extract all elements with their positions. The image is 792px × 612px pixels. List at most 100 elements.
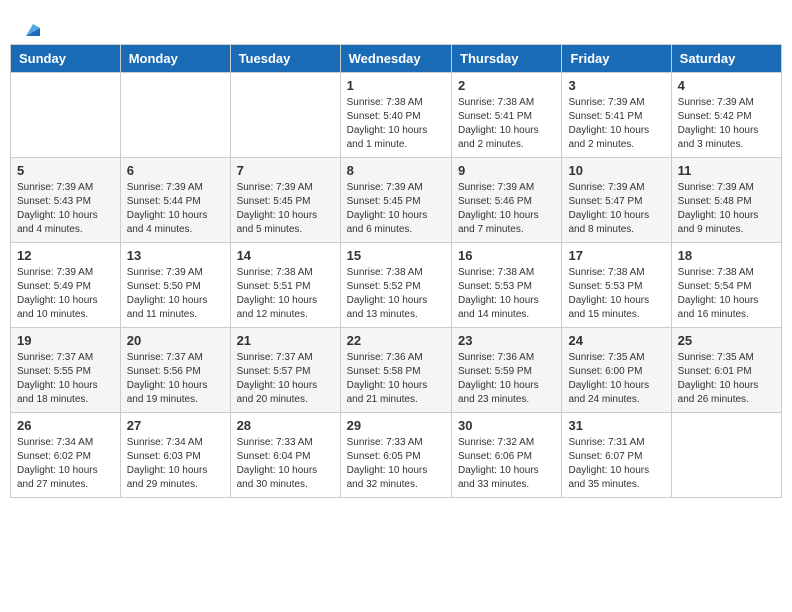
calendar-day-cell: 14 Sunrise: 7:38 AM Sunset: 5:51 PM Dayli… (230, 243, 340, 328)
day-number: 26 (17, 418, 114, 433)
day-number: 5 (17, 163, 114, 178)
day-number: 28 (237, 418, 334, 433)
column-header-thursday: Thursday (452, 45, 562, 73)
day-info: Sunrise: 7:38 AM Sunset: 5:52 PM Dayligh… (347, 266, 445, 322)
calendar-day-cell: 24 Sunrise: 7:35 AM Sunset: 6:00 PM Dayli… (562, 328, 671, 413)
day-info: Sunrise: 7:39 AM Sunset: 5:47 PM Dayligh… (568, 181, 664, 237)
day-number: 11 (678, 163, 775, 178)
calendar-day-cell: 4 Sunrise: 7:39 AM Sunset: 5:42 PM Daylig… (671, 73, 781, 158)
logo (20, 20, 44, 34)
day-number: 25 (678, 333, 775, 348)
page-header (10, 10, 782, 39)
calendar-day-cell: 31 Sunrise: 7:31 AM Sunset: 6:07 PM Dayli… (562, 413, 671, 498)
day-number: 30 (458, 418, 555, 433)
day-number: 20 (127, 333, 224, 348)
calendar-week-row: 5 Sunrise: 7:39 AM Sunset: 5:43 PM Daylig… (11, 158, 782, 243)
day-info: Sunrise: 7:31 AM Sunset: 6:07 PM Dayligh… (568, 436, 664, 492)
day-info: Sunrise: 7:39 AM Sunset: 5:49 PM Dayligh… (17, 266, 114, 322)
calendar-week-row: 19 Sunrise: 7:37 AM Sunset: 5:55 PM Dayli… (11, 328, 782, 413)
calendar-day-cell: 29 Sunrise: 7:33 AM Sunset: 6:05 PM Dayli… (340, 413, 451, 498)
calendar-day-cell: 13 Sunrise: 7:39 AM Sunset: 5:50 PM Dayli… (120, 243, 230, 328)
calendar-day-cell: 2Sunrise: 7:38 AM Sunset: 5:41 PM Daylig… (452, 73, 562, 158)
day-number: 8 (347, 163, 445, 178)
day-number: 4 (678, 78, 775, 93)
day-number: 22 (347, 333, 445, 348)
calendar-day-cell (11, 73, 121, 158)
calendar-day-cell: 8 Sunrise: 7:39 AM Sunset: 5:45 PM Daylig… (340, 158, 451, 243)
calendar-day-cell: 5 Sunrise: 7:39 AM Sunset: 5:43 PM Daylig… (11, 158, 121, 243)
day-number: 1 (347, 78, 445, 93)
column-header-sunday: Sunday (11, 45, 121, 73)
day-info: Sunrise: 7:39 AM Sunset: 5:50 PM Dayligh… (127, 266, 224, 322)
day-number: 3 (568, 78, 664, 93)
day-info: Sunrise: 7:38 AM Sunset: 5:53 PM Dayligh… (568, 266, 664, 322)
calendar-day-cell (671, 413, 781, 498)
day-info: Sunrise: 7:37 AM Sunset: 5:55 PM Dayligh… (17, 351, 114, 407)
day-number: 9 (458, 163, 555, 178)
day-info: Sunrise: 7:39 AM Sunset: 5:45 PM Dayligh… (347, 181, 445, 237)
day-info: Sunrise: 7:38 AM Sunset: 5:51 PM Dayligh… (237, 266, 334, 322)
calendar-day-cell: 28 Sunrise: 7:33 AM Sunset: 6:04 PM Dayli… (230, 413, 340, 498)
day-number: 13 (127, 248, 224, 263)
day-number: 12 (17, 248, 114, 263)
day-info: Sunrise: 7:38 AM Sunset: 5:41 PM Dayligh… (458, 96, 555, 152)
day-info: Sunrise: 7:37 AM Sunset: 5:57 PM Dayligh… (237, 351, 334, 407)
day-info: Sunrise: 7:33 AM Sunset: 6:05 PM Dayligh… (347, 436, 445, 492)
day-info: Sunrise: 7:39 AM Sunset: 5:42 PM Dayligh… (678, 96, 775, 152)
calendar-day-cell: 18 Sunrise: 7:38 AM Sunset: 5:54 PM Dayli… (671, 243, 781, 328)
day-info: Sunrise: 7:37 AM Sunset: 5:56 PM Dayligh… (127, 351, 224, 407)
column-header-tuesday: Tuesday (230, 45, 340, 73)
day-number: 19 (17, 333, 114, 348)
calendar-day-cell: 16 Sunrise: 7:38 AM Sunset: 5:53 PM Dayli… (452, 243, 562, 328)
day-info: Sunrise: 7:39 AM Sunset: 5:45 PM Dayligh… (237, 181, 334, 237)
column-header-saturday: Saturday (671, 45, 781, 73)
day-info: Sunrise: 7:34 AM Sunset: 6:02 PM Dayligh… (17, 436, 114, 492)
day-info: Sunrise: 7:39 AM Sunset: 5:48 PM Dayligh… (678, 181, 775, 237)
calendar-day-cell: 12 Sunrise: 7:39 AM Sunset: 5:49 PM Dayli… (11, 243, 121, 328)
calendar-day-cell: 1 Sunrise: 7:38 AM Sunset: 5:40 PM Daylig… (340, 73, 451, 158)
day-number: 16 (458, 248, 555, 263)
calendar-day-cell: 20 Sunrise: 7:37 AM Sunset: 5:56 PM Dayli… (120, 328, 230, 413)
logo-icon (22, 18, 44, 40)
calendar-day-cell: 25 Sunrise: 7:35 AM Sunset: 6:01 PM Dayli… (671, 328, 781, 413)
calendar-day-cell: 22 Sunrise: 7:36 AM Sunset: 5:58 PM Dayli… (340, 328, 451, 413)
day-info: Sunrise: 7:38 AM Sunset: 5:54 PM Dayligh… (678, 266, 775, 322)
day-info: Sunrise: 7:35 AM Sunset: 6:00 PM Dayligh… (568, 351, 664, 407)
day-info: Sunrise: 7:35 AM Sunset: 6:01 PM Dayligh… (678, 351, 775, 407)
day-info: Sunrise: 7:32 AM Sunset: 6:06 PM Dayligh… (458, 436, 555, 492)
day-info: Sunrise: 7:36 AM Sunset: 5:58 PM Dayligh… (347, 351, 445, 407)
day-info: Sunrise: 7:33 AM Sunset: 6:04 PM Dayligh… (237, 436, 334, 492)
calendar-day-cell: 3 Sunrise: 7:39 AM Sunset: 5:41 PM Daylig… (562, 73, 671, 158)
column-header-friday: Friday (562, 45, 671, 73)
calendar-day-cell (120, 73, 230, 158)
day-number: 24 (568, 333, 664, 348)
calendar-day-cell: 6 Sunrise: 7:39 AM Sunset: 5:44 PM Daylig… (120, 158, 230, 243)
day-info: Sunrise: 7:39 AM Sunset: 5:41 PM Dayligh… (568, 96, 664, 152)
day-number: 7 (237, 163, 334, 178)
calendar-day-cell (230, 73, 340, 158)
day-number: 17 (568, 248, 664, 263)
day-number: 15 (347, 248, 445, 263)
day-info: Sunrise: 7:39 AM Sunset: 5:44 PM Dayligh… (127, 181, 224, 237)
calendar-day-cell: 30 Sunrise: 7:32 AM Sunset: 6:06 PM Dayli… (452, 413, 562, 498)
day-number: 21 (237, 333, 334, 348)
day-info: Sunrise: 7:39 AM Sunset: 5:43 PM Dayligh… (17, 181, 114, 237)
calendar-table: SundayMondayTuesdayWednesdayThursdayFrid… (10, 44, 782, 498)
column-header-monday: Monday (120, 45, 230, 73)
day-number: 29 (347, 418, 445, 433)
day-info: Sunrise: 7:38 AM Sunset: 5:40 PM Dayligh… (347, 96, 445, 152)
day-number: 6 (127, 163, 224, 178)
day-number: 31 (568, 418, 664, 433)
day-info: Sunrise: 7:38 AM Sunset: 5:53 PM Dayligh… (458, 266, 555, 322)
day-number: 14 (237, 248, 334, 263)
day-info: Sunrise: 7:39 AM Sunset: 5:46 PM Dayligh… (458, 181, 555, 237)
column-header-wednesday: Wednesday (340, 45, 451, 73)
calendar-day-cell: 17 Sunrise: 7:38 AM Sunset: 5:53 PM Dayli… (562, 243, 671, 328)
calendar-week-row: 12 Sunrise: 7:39 AM Sunset: 5:49 PM Dayli… (11, 243, 782, 328)
day-number: 23 (458, 333, 555, 348)
day-info: Sunrise: 7:36 AM Sunset: 5:59 PM Dayligh… (458, 351, 555, 407)
calendar-header-row: SundayMondayTuesdayWednesdayThursdayFrid… (11, 45, 782, 73)
day-number: 27 (127, 418, 224, 433)
calendar-day-cell: 9 Sunrise: 7:39 AM Sunset: 5:46 PM Daylig… (452, 158, 562, 243)
day-number: 18 (678, 248, 775, 263)
